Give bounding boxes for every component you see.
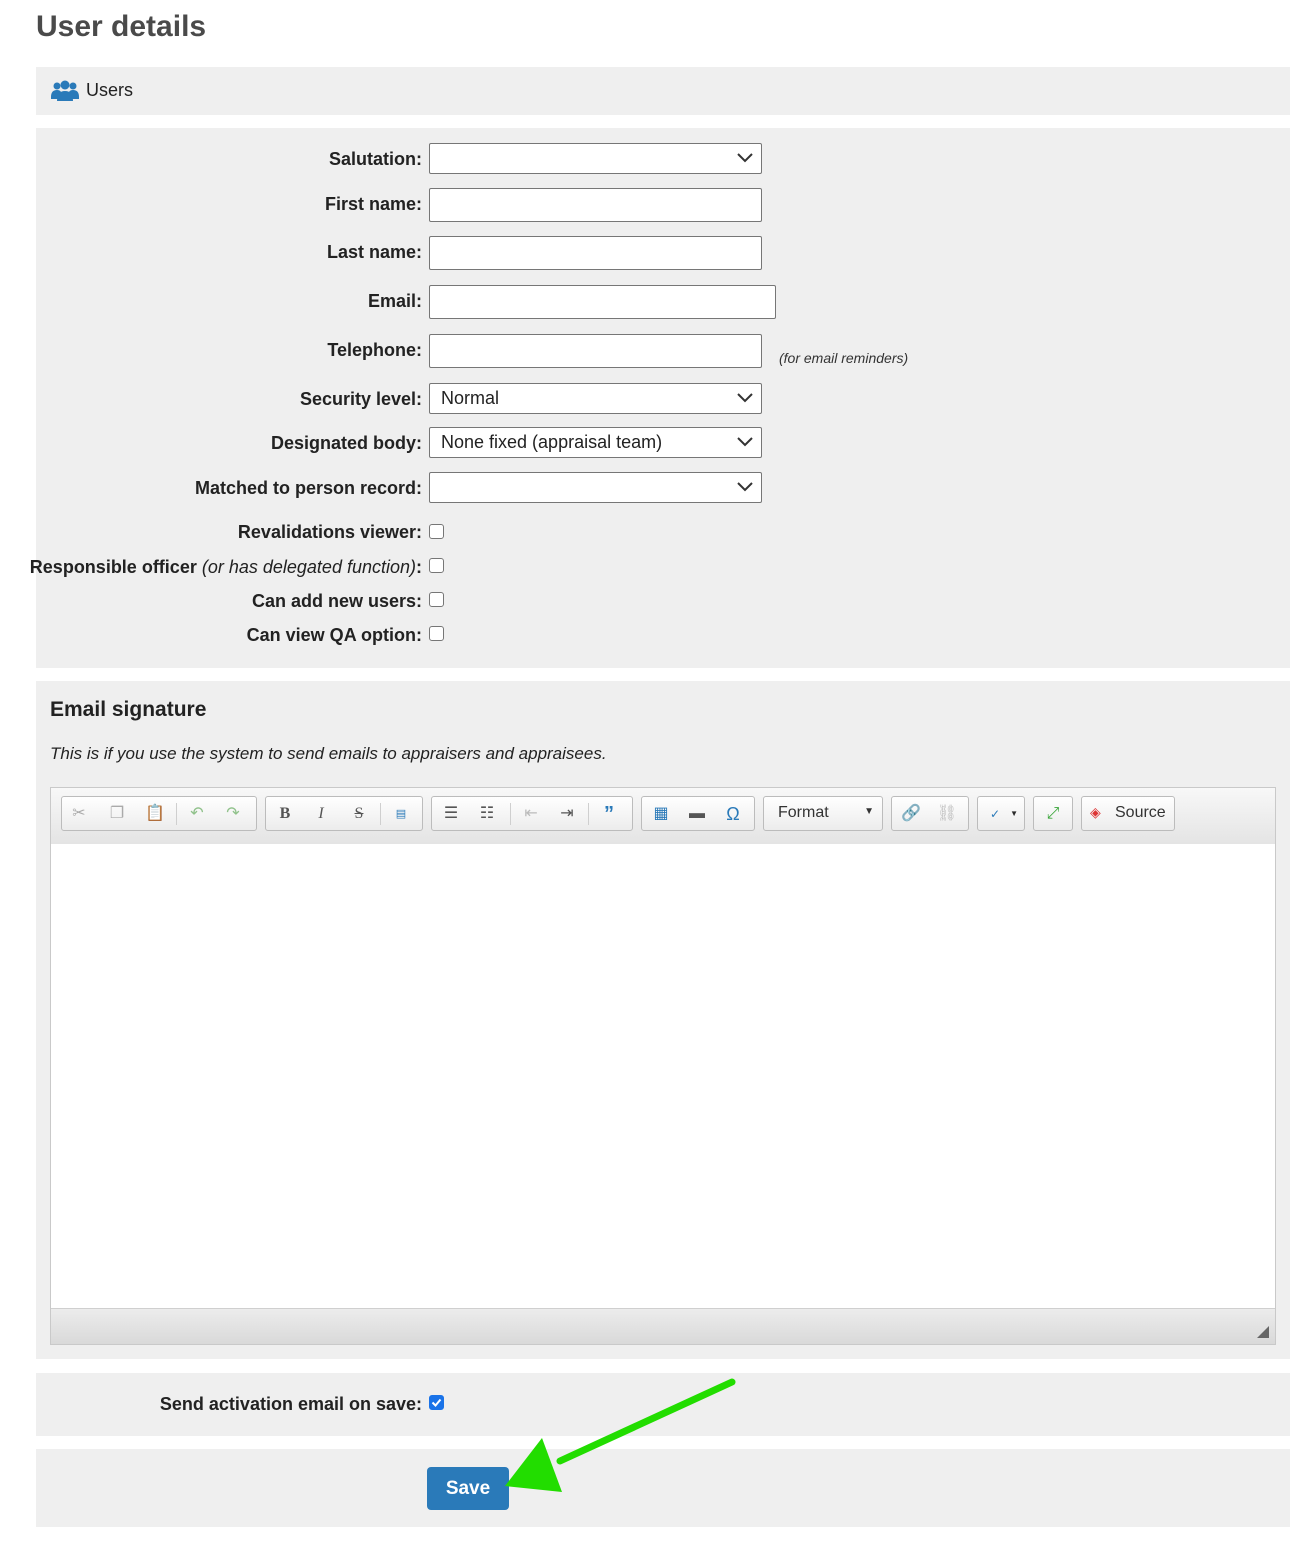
toolbar-group-basic: B I S ▤ (265, 796, 423, 831)
unlink-icon[interactable]: ⛓ (936, 803, 958, 825)
chevron-down-icon (737, 482, 753, 492)
toolbar-separator (176, 803, 177, 825)
spellcheck-dropdown[interactable]: ✓ ▼ (977, 796, 1025, 831)
caret-down-icon: ▼ (864, 806, 874, 817)
email-label: Email: (367, 291, 422, 311)
toolbar-separator (380, 803, 381, 825)
rich-text-editor: ✂ ❐ 📋 ↶ ↷ B I S ▤ ☰ ☷ ⇤ ⇥ ” ▦ ▬ Ω Format… (50, 787, 1276, 1345)
breadcrumb-users-link[interactable]: Users (86, 80, 133, 101)
caret-down-icon: ▼ (1010, 809, 1018, 818)
security-level-value: Normal (441, 388, 500, 408)
responsible-officer-suffix: : (416, 557, 422, 577)
send-activation-checkbox[interactable] (429, 1395, 444, 1410)
chevron-down-icon (737, 393, 753, 403)
signature-description: This is if you use the system to send em… (50, 744, 607, 763)
chevron-down-icon (737, 153, 753, 163)
maximize-button[interactable]: ⤢ (1033, 796, 1073, 831)
responsible-officer-text: Responsible officer (29, 557, 197, 577)
responsible-officer-note: (or has delegated function) (201, 557, 416, 577)
can-add-users-label: Can add new users: (251, 591, 422, 611)
email-field[interactable] (429, 285, 776, 319)
telephone-field[interactable] (429, 334, 762, 368)
responsible-officer-label: Responsible officer (or has delegated fu… (30, 557, 422, 578)
toolbar-group-insert: ▦ ▬ Ω (641, 796, 755, 831)
first-name-label: First name: (324, 194, 422, 214)
salutation-label: Salutation: (329, 149, 422, 169)
toolbar-group-links: 🔗 ⛓ (891, 796, 969, 831)
security-level-label: Security level: (299, 389, 422, 409)
telephone-label: Telephone: (327, 340, 422, 360)
salutation-select[interactable] (429, 143, 762, 174)
breadcrumb: Users (36, 67, 1290, 115)
can-add-users-checkbox[interactable] (429, 592, 444, 607)
link-icon[interactable]: 🔗 (900, 803, 922, 825)
bulleted-list-icon[interactable]: ☷ (476, 803, 498, 825)
bold-icon[interactable]: B (274, 803, 296, 825)
toolbar-separator (588, 803, 589, 825)
resize-handle-icon[interactable] (1257, 1326, 1269, 1338)
undo-icon[interactable]: ↶ (186, 803, 208, 825)
checkmark-icon (431, 1398, 442, 1407)
source-label: Source (1115, 804, 1166, 821)
telephone-hint: (for email reminders) (779, 350, 909, 366)
horizontal-rule-icon[interactable]: ▬ (686, 803, 708, 825)
redo-icon[interactable]: ↷ (222, 803, 244, 825)
maximize-icon: ⤢ (1046, 805, 1060, 822)
source-icon: ◈ (1090, 804, 1101, 820)
can-view-qa-checkbox[interactable] (429, 626, 444, 641)
security-level-select[interactable]: Normal (429, 383, 762, 414)
paste-icon[interactable]: 📋 (144, 803, 166, 825)
signature-title: Email signature (50, 698, 207, 721)
email-signature-panel: Email signature This is if you use the s… (36, 681, 1290, 1359)
format-label: Format (778, 804, 829, 821)
last-name-label: Last name: (326, 242, 422, 262)
strikethrough-icon[interactable]: S (348, 803, 370, 825)
toolbar-group-lists: ☰ ☷ ⇤ ⇥ ” (431, 796, 633, 831)
spellcheck-icon: ✓ (989, 807, 1001, 821)
designated-body-label: Designated body: (270, 433, 422, 453)
source-button[interactable]: ◈ Source (1081, 796, 1175, 831)
editor-statusbar (51, 1308, 1275, 1344)
cut-icon[interactable]: ✂ (68, 803, 90, 825)
users-icon (51, 80, 79, 101)
revalidations-viewer-label: Revalidations viewer: (237, 522, 422, 542)
indent-icon[interactable]: ⇥ (556, 803, 578, 825)
last-name-field[interactable] (429, 236, 762, 270)
blockquote-icon[interactable]: ” (598, 803, 620, 825)
outdent-icon[interactable]: ⇤ (520, 803, 542, 825)
numbered-list-icon[interactable]: ☰ (440, 803, 462, 825)
editor-content-area[interactable] (51, 844, 1275, 1310)
user-form-panel: Salutation: First name: Last name: Email… (30, 128, 1290, 668)
special-char-icon[interactable]: Ω (722, 803, 744, 825)
toolbar-group-clipboard: ✂ ❐ 📋 ↶ ↷ (61, 796, 257, 831)
page-title: User details (36, 10, 207, 43)
matched-person-select[interactable] (429, 472, 762, 503)
matched-person-label: Matched to person record: (194, 478, 422, 498)
italic-icon[interactable]: I (310, 803, 332, 825)
designated-body-value: None fixed (appraisal team) (441, 432, 663, 452)
toolbar-separator (510, 803, 511, 825)
html-icon[interactable]: ▤ (390, 803, 412, 825)
table-icon[interactable]: ▦ (650, 803, 672, 825)
editor-toolbar: ✂ ❐ 📋 ↶ ↷ B I S ▤ ☰ ☷ ⇤ ⇥ ” ▦ ▬ Ω Format… (51, 788, 1275, 845)
revalidations-viewer-checkbox[interactable] (429, 524, 444, 539)
designated-body-select[interactable]: None fixed (appraisal team) (429, 427, 762, 458)
send-activation-label: Send activation email on save: (159, 1394, 422, 1414)
pointer-arrow-icon (505, 1378, 736, 1492)
chevron-down-icon (737, 437, 753, 447)
responsible-officer-checkbox[interactable] (429, 558, 444, 573)
format-dropdown[interactable]: Format ▼ (763, 796, 883, 831)
can-view-qa-label: Can view QA option: (246, 625, 422, 645)
copy-icon[interactable]: ❐ (106, 803, 128, 825)
first-name-field[interactable] (429, 188, 762, 222)
